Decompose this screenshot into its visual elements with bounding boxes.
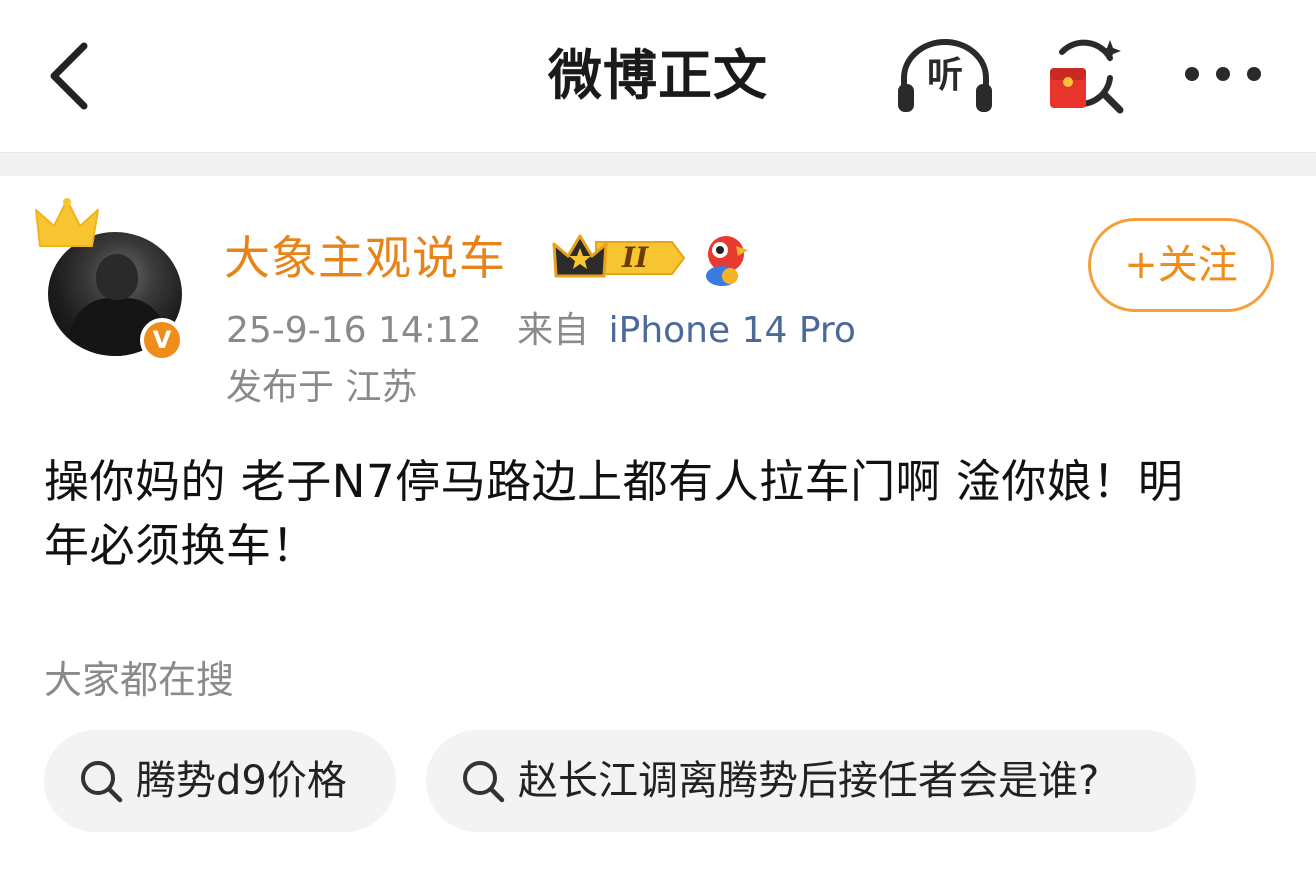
mascot-icon[interactable] (700, 232, 750, 286)
source-prefix: 来自 (517, 310, 590, 351)
trending-search-label: 赵长江调离腾势后接任者会是谁? (518, 758, 1100, 804)
avatar-figure-head (96, 254, 138, 300)
follow-button[interactable]: +关注 (1088, 218, 1274, 312)
red-packet-search-icon (1050, 39, 1124, 114)
search-icon (81, 761, 123, 803)
verified-badge: V (140, 318, 184, 362)
author-name[interactable]: 大象主观说车 (224, 228, 506, 288)
section-divider (0, 152, 1316, 176)
more-options-button[interactable] (1178, 48, 1268, 100)
red-packet-search-button[interactable] (1040, 38, 1130, 114)
more-dots-icon (1185, 67, 1261, 81)
author-avatar-group[interactable]: V (34, 196, 194, 364)
vip-level-badge[interactable]: II (552, 232, 688, 284)
post-location: 发布于 江苏 (226, 367, 418, 408)
post-body-text: 操你妈的 老子N7停马路边上都有人拉车门啊 淦你娘！明年必须换车！ (44, 455, 1184, 572)
listen-label: 听 (926, 55, 963, 96)
source-device-link[interactable]: iPhone 14 Pro (609, 310, 856, 351)
search-icon (463, 761, 505, 803)
post-detail-page: 微博正文 听 V 大象主观说车 II +关注 25-9-16 14:12 来自 … (0, 0, 1316, 886)
vip-level-text: II (622, 241, 649, 274)
top-navbar: 微博正文 听 (0, 0, 1316, 152)
post-timestamp: 25-9-16 14:12 (226, 310, 482, 351)
post-meta: 25-9-16 14:12 来自 iPhone 14 Pro (226, 306, 856, 356)
trending-search-item[interactable]: 赵长江调离腾势后接任者会是谁? (426, 730, 1196, 832)
vip-crown-icon (552, 234, 686, 278)
crown-icon (35, 198, 99, 247)
listen-button[interactable]: 听 (896, 38, 994, 114)
trending-heading: 大家都在搜 (44, 658, 235, 702)
trending-search-item[interactable]: 腾势d9价格 (44, 730, 396, 832)
trending-search-label: 腾势d9价格 (136, 758, 347, 804)
